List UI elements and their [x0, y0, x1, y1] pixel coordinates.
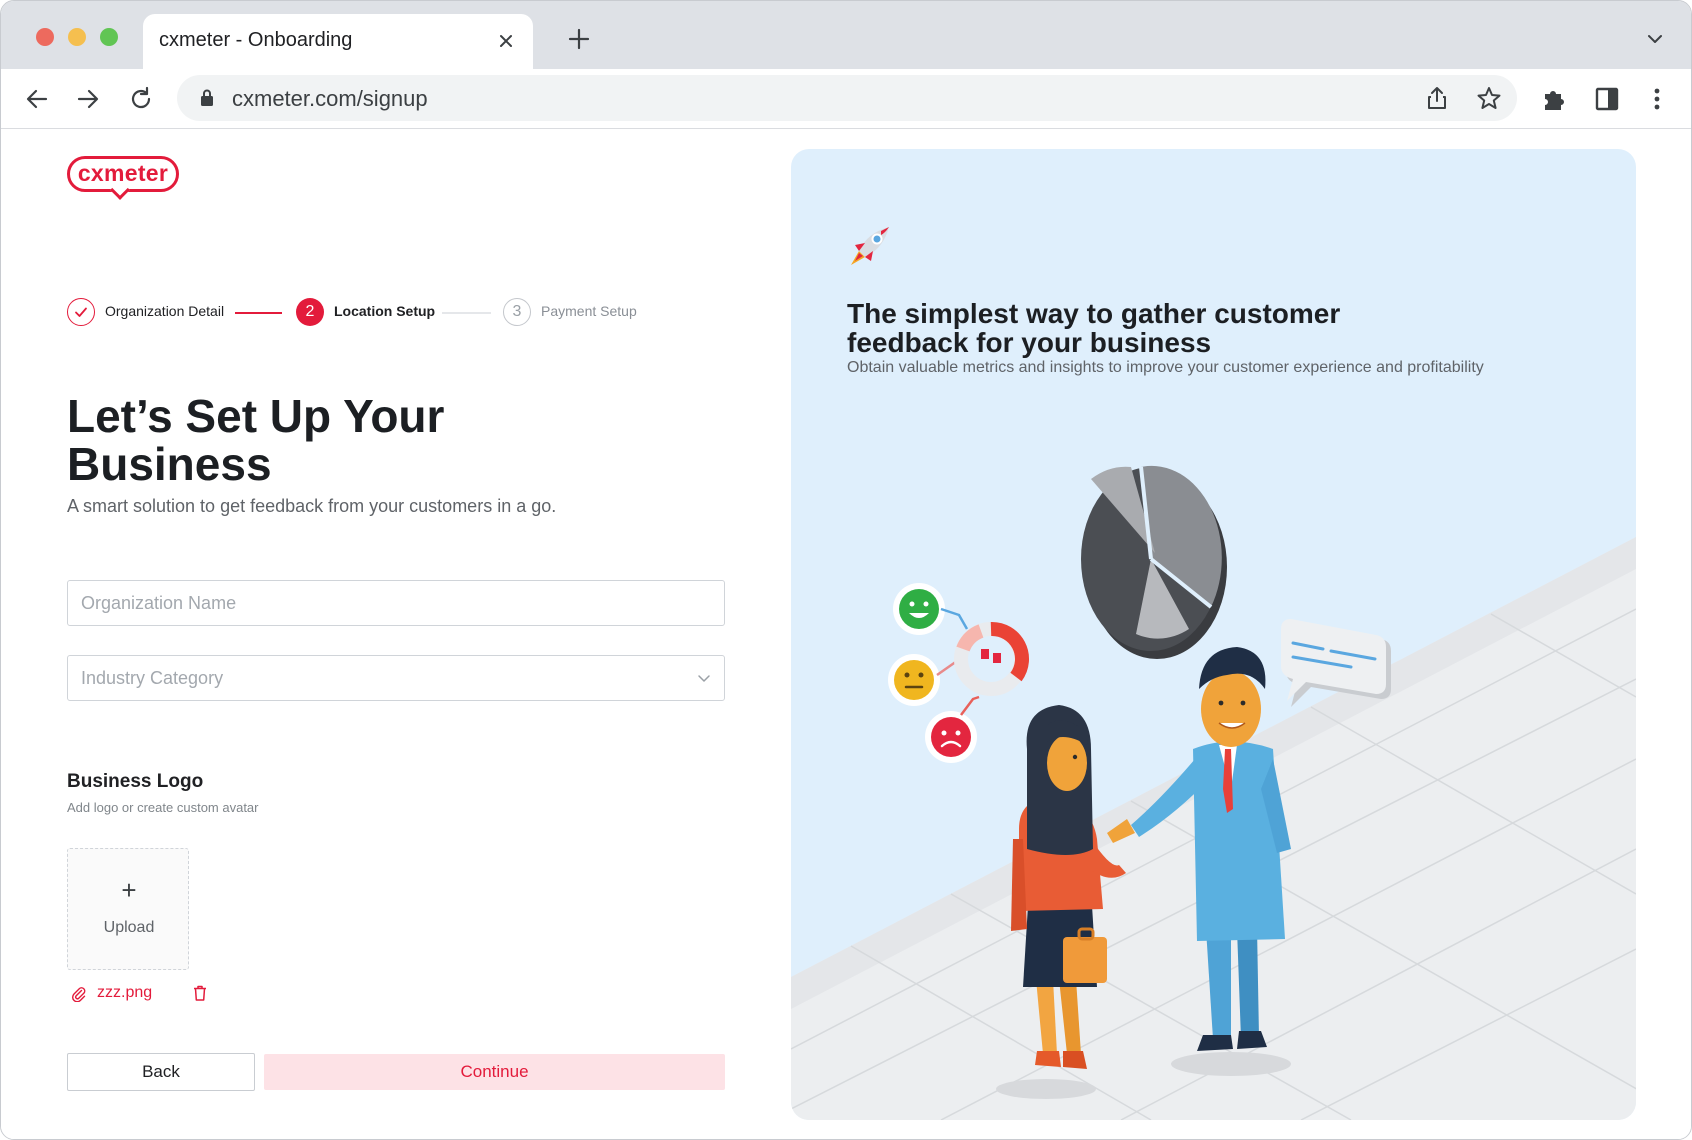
step-2-number: 2 — [296, 298, 324, 326]
uploaded-file-item: zzz.png — [71, 982, 221, 1006]
industry-category-select[interactable]: Industry Category — [67, 655, 725, 701]
plus-icon: + — [121, 875, 137, 905]
tab-strip: cxmeter - Onboarding — [1, 1, 1691, 69]
onboarding-stepper: Organization Detail 2 Location Setup 3 P… — [67, 298, 667, 328]
more-menu-icon[interactable] — [1641, 83, 1673, 115]
logo-text: cxmeter — [77, 160, 169, 186]
url-text[interactable]: cxmeter.com/signup — [232, 86, 428, 112]
rocket-icon — [845, 221, 895, 271]
industry-category-placeholder: Industry Category — [81, 668, 224, 688]
close-window-button[interactable] — [36, 28, 54, 46]
forward-arrow-icon[interactable] — [72, 83, 104, 115]
business-logo-label: Business Logo — [67, 771, 204, 792]
bookmark-star-icon[interactable] — [1475, 84, 1503, 112]
browser-tab[interactable]: cxmeter - Onboarding — [143, 14, 533, 69]
uploaded-file-name[interactable]: zzz.png — [97, 984, 152, 1002]
organization-name-input[interactable] — [67, 580, 725, 626]
continue-button[interactable]: Continue — [264, 1054, 725, 1090]
step-connector-2 — [442, 312, 491, 314]
page-content: cxmeter Organization Detail 2 Location S… — [1, 130, 1691, 1139]
extensions-puzzle-icon[interactable] — [1539, 83, 1571, 115]
step-2-label: Location Setup — [334, 303, 436, 319]
step-3-label: Payment Setup — [541, 303, 637, 319]
upload-logo-button[interactable]: + Upload — [67, 848, 189, 970]
share-icon[interactable] — [1423, 84, 1451, 112]
back-button[interactable]: Back — [67, 1053, 255, 1091]
hero-panel: The simplest way to gather customer feed… — [791, 149, 1636, 1120]
side-panel-icon[interactable] — [1591, 83, 1623, 115]
hero-title: The simplest way to gather customer feed… — [847, 298, 1341, 358]
new-tab-icon[interactable] — [565, 25, 593, 53]
tab-search-chevron-icon[interactable] — [1645, 29, 1665, 49]
lock-icon[interactable] — [199, 88, 215, 108]
step-3-number: 3 — [503, 298, 531, 326]
tab-close-icon[interactable] — [495, 30, 517, 52]
address-bar[interactable]: cxmeter.com/signup — [177, 75, 1517, 121]
hero-subtitle: Obtain valuable metrics and insights to … — [847, 359, 1484, 376]
paperclip-icon — [71, 986, 87, 1003]
delete-trash-icon[interactable] — [191, 984, 209, 1002]
back-arrow-icon[interactable] — [21, 83, 53, 115]
maximize-window-button[interactable] — [100, 28, 118, 46]
browser-toolbar: cxmeter.com/signup — [1, 69, 1691, 129]
page-subtitle: A smart solution to get feedback from yo… — [67, 496, 557, 516]
step-1-label: Organization Detail — [105, 303, 225, 319]
tab-title: cxmeter - Onboarding — [159, 29, 353, 51]
hero-illustration — [791, 465, 1636, 1120]
minimize-window-button[interactable] — [68, 28, 86, 46]
page-title: Let’s Set Up Your Business — [67, 390, 445, 490]
upload-label: Upload — [103, 919, 155, 936]
browser-window: cxmeter - Onboarding cxmeter.com/signup — [0, 0, 1692, 1140]
business-logo-hint: Add logo or create custom avatar — [67, 800, 259, 815]
step-connector-1 — [235, 312, 282, 314]
cxmeter-logo[interactable]: cxmeter — [67, 156, 179, 202]
reload-icon[interactable] — [125, 83, 157, 115]
chevron-down-icon — [696, 670, 712, 686]
step-1-check-icon — [67, 298, 95, 326]
